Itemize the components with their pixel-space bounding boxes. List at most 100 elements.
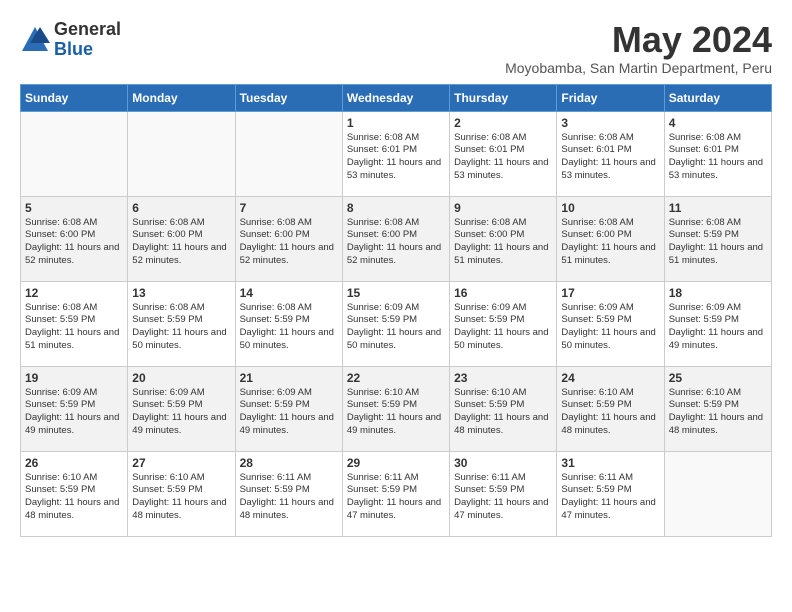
cell-1-6: 11 Sunrise: 6:08 AM Sunset: 5:59 PM Dayli… bbox=[664, 196, 771, 281]
day-number-3: 3 bbox=[561, 116, 659, 130]
cell-2-0: 12 Sunrise: 6:08 AM Sunset: 5:59 PM Dayli… bbox=[21, 281, 128, 366]
day-info-29: Sunrise: 6:11 AM Sunset: 5:59 PM Dayligh… bbox=[347, 472, 445, 523]
day-number-29: 29 bbox=[347, 456, 445, 470]
day-info-25: Sunrise: 6:10 AM Sunset: 5:59 PM Dayligh… bbox=[669, 387, 767, 438]
day-number-28: 28 bbox=[240, 456, 338, 470]
day-info-27: Sunrise: 6:10 AM Sunset: 5:59 PM Dayligh… bbox=[132, 472, 230, 523]
cell-3-3: 22Sunrise: 6:10 AM Sunset: 5:59 PM Dayli… bbox=[342, 366, 449, 451]
cell-4-3: 29 Sunrise: 6:11 AM Sunset: 5:59 PM Dayli… bbox=[342, 451, 449, 536]
logo: General Blue bbox=[20, 20, 121, 60]
cell-0-1 bbox=[128, 111, 235, 196]
cell-3-4: 23 Sunrise: 6:10 AM Sunset: 5:59 PM Dayli… bbox=[450, 366, 557, 451]
week-row-2: 12 Sunrise: 6:08 AM Sunset: 5:59 PM Dayli… bbox=[21, 281, 772, 366]
day-number-23: 23 bbox=[454, 371, 552, 385]
day-number-31: 31 bbox=[561, 456, 659, 470]
cell-1-3: 8 Sunrise: 6:08 AM Sunset: 6:00 PM Daylig… bbox=[342, 196, 449, 281]
day-number-7: 7 bbox=[240, 201, 338, 215]
logo-icon bbox=[20, 25, 50, 55]
day-info-19: Sunrise: 6:09 AM Sunset: 5:59 PM Dayligh… bbox=[25, 387, 123, 438]
header-sunday: Sunday bbox=[21, 84, 128, 111]
cell-1-0: 5Sunrise: 6:08 AM Sunset: 6:00 PM Daylig… bbox=[21, 196, 128, 281]
logo-text: General Blue bbox=[54, 20, 121, 60]
day-info-26: Sunrise: 6:10 AM Sunset: 5:59 PM Dayligh… bbox=[25, 472, 123, 523]
day-info-28: Sunrise: 6:11 AM Sunset: 5:59 PM Dayligh… bbox=[240, 472, 338, 523]
week-row-1: 5Sunrise: 6:08 AM Sunset: 6:00 PM Daylig… bbox=[21, 196, 772, 281]
day-number-27: 27 bbox=[132, 456, 230, 470]
day-number-12: 12 bbox=[25, 286, 123, 300]
day-info-4: Sunrise: 6:08 AM Sunset: 6:01 PM Dayligh… bbox=[669, 132, 767, 183]
day-info-6: Sunrise: 6:08 AM Sunset: 6:00 PM Dayligh… bbox=[132, 217, 230, 268]
day-info-30: Sunrise: 6:11 AM Sunset: 5:59 PM Dayligh… bbox=[454, 472, 552, 523]
cell-3-2: 21 Sunrise: 6:09 AM Sunset: 5:59 PM Dayli… bbox=[235, 366, 342, 451]
day-number-1: 1 bbox=[347, 116, 445, 130]
logo-general: General bbox=[54, 20, 121, 40]
day-number-22: 22 bbox=[347, 371, 445, 385]
day-info-17: Sunrise: 6:09 AM Sunset: 5:59 PM Dayligh… bbox=[561, 302, 659, 353]
cell-3-0: 19 Sunrise: 6:09 AM Sunset: 5:59 PM Dayli… bbox=[21, 366, 128, 451]
day-info-12: Sunrise: 6:08 AM Sunset: 5:59 PM Dayligh… bbox=[25, 302, 123, 353]
day-number-24: 24 bbox=[561, 371, 659, 385]
day-info-20: Sunrise: 6:09 AM Sunset: 5:59 PM Dayligh… bbox=[132, 387, 230, 438]
cell-3-5: 24 Sunrise: 6:10 AM Sunset: 5:59 PM Dayli… bbox=[557, 366, 664, 451]
cell-0-2 bbox=[235, 111, 342, 196]
day-info-2: Sunrise: 6:08 AM Sunset: 6:01 PM Dayligh… bbox=[454, 132, 552, 183]
header-tuesday: Tuesday bbox=[235, 84, 342, 111]
day-info-11: Sunrise: 6:08 AM Sunset: 5:59 PM Dayligh… bbox=[669, 217, 767, 268]
day-info-24: Sunrise: 6:10 AM Sunset: 5:59 PM Dayligh… bbox=[561, 387, 659, 438]
cell-0-6: 4Sunrise: 6:08 AM Sunset: 6:01 PM Daylig… bbox=[664, 111, 771, 196]
cell-2-6: 18Sunrise: 6:09 AM Sunset: 5:59 PM Dayli… bbox=[664, 281, 771, 366]
header-thursday: Thursday bbox=[450, 84, 557, 111]
cell-4-0: 26 Sunrise: 6:10 AM Sunset: 5:59 PM Dayli… bbox=[21, 451, 128, 536]
day-number-2: 2 bbox=[454, 116, 552, 130]
day-info-7: Sunrise: 6:08 AM Sunset: 6:00 PM Dayligh… bbox=[240, 217, 338, 268]
day-info-8: Sunrise: 6:08 AM Sunset: 6:00 PM Dayligh… bbox=[347, 217, 445, 268]
cell-4-6 bbox=[664, 451, 771, 536]
subtitle: Moyobamba, San Martin Department, Peru bbox=[505, 60, 772, 76]
day-info-14: Sunrise: 6:08 AM Sunset: 5:59 PM Dayligh… bbox=[240, 302, 338, 353]
cell-3-1: 20 Sunrise: 6:09 AM Sunset: 5:59 PM Dayli… bbox=[128, 366, 235, 451]
day-number-9: 9 bbox=[454, 201, 552, 215]
day-info-9: Sunrise: 6:08 AM Sunset: 6:00 PM Dayligh… bbox=[454, 217, 552, 268]
week-row-4: 26 Sunrise: 6:10 AM Sunset: 5:59 PM Dayli… bbox=[21, 451, 772, 536]
day-number-6: 6 bbox=[132, 201, 230, 215]
day-number-25: 25 bbox=[669, 371, 767, 385]
cell-0-3: 1Sunrise: 6:08 AM Sunset: 6:01 PM Daylig… bbox=[342, 111, 449, 196]
day-info-10: Sunrise: 6:08 AM Sunset: 6:00 PM Dayligh… bbox=[561, 217, 659, 268]
cell-2-4: 16 Sunrise: 6:09 AM Sunset: 5:59 PM Dayli… bbox=[450, 281, 557, 366]
day-number-10: 10 bbox=[561, 201, 659, 215]
cell-4-1: 27 Sunrise: 6:10 AM Sunset: 5:59 PM Dayli… bbox=[128, 451, 235, 536]
title-block: May 2024 Moyobamba, San Martin Departmen… bbox=[505, 20, 772, 76]
day-number-13: 13 bbox=[132, 286, 230, 300]
day-info-15: Sunrise: 6:09 AM Sunset: 5:59 PM Dayligh… bbox=[347, 302, 445, 353]
cell-4-5: 31Sunrise: 6:11 AM Sunset: 5:59 PM Dayli… bbox=[557, 451, 664, 536]
cell-1-4: 9 Sunrise: 6:08 AM Sunset: 6:00 PM Daylig… bbox=[450, 196, 557, 281]
day-number-26: 26 bbox=[25, 456, 123, 470]
day-info-3: Sunrise: 6:08 AM Sunset: 6:01 PM Dayligh… bbox=[561, 132, 659, 183]
day-number-30: 30 bbox=[454, 456, 552, 470]
week-row-0: 1 Sunrise: 6:08 AM Sunset: 6:01 PM Daylig… bbox=[21, 111, 772, 196]
day-info-16: Sunrise: 6:09 AM Sunset: 5:59 PM Dayligh… bbox=[454, 302, 552, 353]
header-row: Sunday Monday Tuesday Wednesday Thursday… bbox=[21, 84, 772, 111]
day-number-14: 14 bbox=[240, 286, 338, 300]
day-number-17: 17 bbox=[561, 286, 659, 300]
cell-1-1: 6 Sunrise: 6:08 AM Sunset: 6:00 PM Daylig… bbox=[128, 196, 235, 281]
day-number-15: 15 bbox=[347, 286, 445, 300]
week-row-3: 19 Sunrise: 6:09 AM Sunset: 5:59 PM Dayli… bbox=[21, 366, 772, 451]
cell-2-2: 14 Sunrise: 6:08 AM Sunset: 5:59 PM Dayli… bbox=[235, 281, 342, 366]
day-number-11: 11 bbox=[669, 201, 767, 215]
day-number-20: 20 bbox=[132, 371, 230, 385]
cell-2-3: 15 Sunrise: 6:09 AM Sunset: 5:59 PM Dayli… bbox=[342, 281, 449, 366]
page-header: General Blue May 2024 Moyobamba, San Mar… bbox=[20, 20, 772, 76]
cell-0-5: 3 Sunrise: 6:08 AM Sunset: 6:01 PM Daylig… bbox=[557, 111, 664, 196]
day-number-21: 21 bbox=[240, 371, 338, 385]
day-number-19: 19 bbox=[25, 371, 123, 385]
day-info-5: Sunrise: 6:08 AM Sunset: 6:00 PM Dayligh… bbox=[25, 217, 123, 268]
cell-2-1: 13Sunrise: 6:08 AM Sunset: 5:59 PM Dayli… bbox=[128, 281, 235, 366]
day-number-16: 16 bbox=[454, 286, 552, 300]
day-info-21: Sunrise: 6:09 AM Sunset: 5:59 PM Dayligh… bbox=[240, 387, 338, 438]
header-monday: Monday bbox=[128, 84, 235, 111]
day-info-23: Sunrise: 6:10 AM Sunset: 5:59 PM Dayligh… bbox=[454, 387, 552, 438]
header-saturday: Saturday bbox=[664, 84, 771, 111]
cell-0-0 bbox=[21, 111, 128, 196]
day-number-8: 8 bbox=[347, 201, 445, 215]
